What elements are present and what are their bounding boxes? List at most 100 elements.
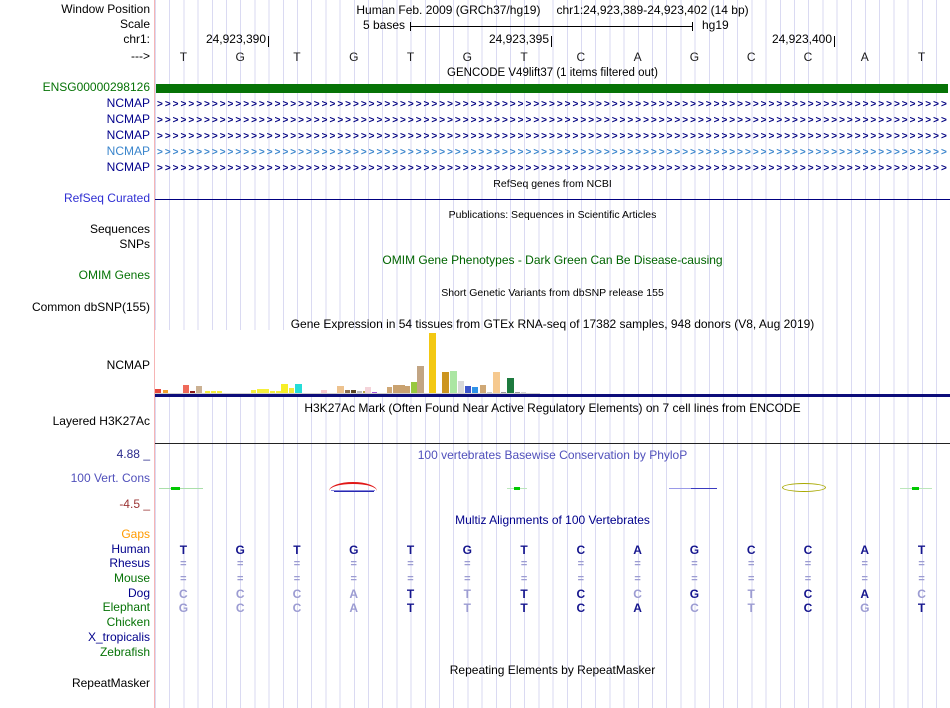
conservation-mark-ellipse: [782, 483, 826, 492]
base-cell: T: [179, 543, 188, 557]
refseq-curated-label[interactable]: RefSeq Curated: [0, 192, 150, 205]
base-cell: A: [349, 601, 359, 615]
species-label-rhesus[interactable]: Rhesus: [0, 557, 150, 570]
transcript-label[interactable]: NCMAP: [0, 113, 150, 126]
base-cell: =: [918, 573, 925, 585]
refseq-track-title: RefSeq genes from NCBI: [493, 178, 612, 190]
base-cell: T: [917, 50, 926, 64]
transcript-intron-arrows[interactable]: >>>>>>>>>>>>>>>>>>>>>>>>>>>>>>>>>>>>>>>>…: [157, 147, 948, 158]
base-cell: C: [235, 587, 245, 601]
base-cell: A: [860, 543, 870, 557]
base-cell: C: [576, 543, 586, 557]
species-label-xtropicalis[interactable]: X_tropicalis: [0, 631, 150, 644]
sequences-label[interactable]: Sequences: [0, 223, 150, 236]
base-cell: T: [406, 587, 415, 601]
base-cell: =: [293, 558, 301, 570]
base-cell: T: [293, 543, 301, 557]
base-cell: G: [235, 50, 245, 64]
transcript-intron-arrows[interactable]: >>>>>>>>>>>>>>>>>>>>>>>>>>>>>>>>>>>>>>>>…: [157, 163, 948, 174]
repeatmasker-track-title: Repeating Elements by RepeatMasker: [449, 663, 656, 677]
conservation-mark-line: [334, 491, 374, 492]
base-cell: C: [235, 601, 245, 615]
alignment-row-mouse: = = = = = = = = = = = = = =: [155, 572, 950, 586]
base-cell: A: [860, 50, 869, 64]
transcript-label[interactable]: NCMAP: [0, 129, 150, 142]
conservation-marks[interactable]: [155, 479, 950, 497]
snps-label[interactable]: SNPs: [0, 238, 150, 251]
transcript-label[interactable]: NCMAP: [0, 161, 150, 174]
base-cell: C: [576, 587, 586, 601]
species-label-chicken[interactable]: Chicken: [0, 616, 150, 629]
assembly-name: Human Feb. 2009 (GRCh37/hg19): [356, 3, 541, 17]
gencode-track-title: GENCODE V49lift37 (1 items filtered out): [447, 67, 658, 79]
base-cell: C: [292, 601, 302, 615]
base-cell: T: [179, 50, 188, 64]
coordinate-label: 24,923,400: [771, 32, 832, 46]
base-cell: =: [691, 558, 698, 570]
gtex-baseline: [155, 394, 950, 397]
gencode-gene-bar[interactable]: [156, 84, 948, 93]
base-cell: G: [462, 50, 472, 64]
base-cell: =: [804, 558, 812, 570]
base-cell: =: [804, 573, 812, 585]
species-label-elephant[interactable]: Elephant: [0, 601, 150, 614]
base-cell: =: [350, 558, 357, 570]
base-cell: G: [349, 50, 359, 64]
base-cell: =: [407, 573, 414, 585]
species-label-zebrafish[interactable]: Zebrafish: [0, 646, 150, 659]
base-cell: =: [520, 573, 528, 585]
base-cell: =: [520, 558, 528, 570]
species-label-dog[interactable]: Dog: [0, 587, 150, 600]
base-cell: T: [406, 601, 415, 615]
base-cell: G: [860, 601, 870, 615]
omim-genes-label[interactable]: OMIM Genes: [0, 269, 150, 282]
gtex-expression-bar: [507, 378, 514, 394]
base-cell: A: [349, 587, 359, 601]
species-label-human[interactable]: Human: [0, 543, 150, 556]
species-label-mouse[interactable]: Mouse: [0, 572, 150, 585]
gtex-expression-bar: [442, 372, 449, 394]
gtex-track-title: Gene Expression in 54 tissues from GTEx …: [290, 317, 815, 331]
transcript-label[interactable]: NCMAP: [0, 97, 150, 110]
common-dbsnp-label[interactable]: Common dbSNP(155): [0, 301, 150, 314]
refseq-curated-line[interactable]: [155, 199, 950, 200]
base-cell: =: [464, 573, 471, 585]
base-cell: =: [236, 573, 244, 585]
base-cell: C: [917, 587, 926, 601]
alignment-row-elephant: GCCATTTCACTCGT: [155, 601, 950, 615]
base-cell: C: [633, 587, 642, 601]
base-cell: T: [917, 543, 926, 557]
conservation-min-label: -4.5 _: [119, 497, 150, 511]
base-cell: =: [747, 558, 755, 570]
gencode-gene-id-label[interactable]: ENSG00000298126: [0, 81, 150, 94]
conservation-track-label[interactable]: 100 Vert. Cons: [0, 472, 150, 485]
transcript-intron-arrows[interactable]: >>>>>>>>>>>>>>>>>>>>>>>>>>>>>>>>>>>>>>>>…: [157, 131, 948, 142]
base-cell: T: [463, 601, 471, 615]
scale-ruler-line: [410, 26, 693, 27]
gtex-expression-bar: [450, 371, 457, 394]
base-cell: G: [689, 543, 700, 557]
scale-ruler-right-tick: [692, 22, 693, 31]
layered-h3k27ac-label[interactable]: Layered H3K27Ac: [0, 415, 150, 428]
transcript-label[interactable]: NCMAP: [0, 145, 150, 158]
gtex-gene-label[interactable]: NCMAP: [0, 359, 150, 372]
alignment-row-human: TGTGTGTCAGCCAT: [155, 543, 950, 557]
species-label-gaps[interactable]: Gaps: [0, 528, 150, 541]
base-cell: C: [803, 587, 813, 601]
assembly-short-label: hg19: [702, 18, 729, 32]
gtex-bars[interactable]: [155, 332, 950, 394]
conservation-mark-tick: [171, 487, 180, 490]
alignment-row-rhesus: = = = = = = = = = = = = = =: [155, 557, 950, 571]
alignment-row-dog: CCCATTTCCGTCAC: [155, 587, 950, 601]
repeatmasker-label[interactable]: RepeatMasker: [0, 677, 150, 690]
conservation-max-label: 4.88 _: [116, 447, 150, 461]
base-cell: G: [689, 587, 700, 601]
h3k27ac-track-title: H3K27Ac Mark (Often Found Near Active Re…: [304, 401, 801, 415]
conservation-mark-line: [159, 488, 203, 489]
transcript-intron-arrows[interactable]: >>>>>>>>>>>>>>>>>>>>>>>>>>>>>>>>>>>>>>>>…: [157, 99, 948, 110]
h3k27ac-track-border: [155, 443, 950, 444]
base-cell: C: [576, 50, 586, 64]
transcript-intron-arrows[interactable]: >>>>>>>>>>>>>>>>>>>>>>>>>>>>>>>>>>>>>>>>…: [157, 115, 948, 126]
position-header: Human Feb. 2009 (GRCh37/hg19) chr1:24,92…: [155, 3, 950, 17]
base-cell: C: [179, 587, 188, 601]
